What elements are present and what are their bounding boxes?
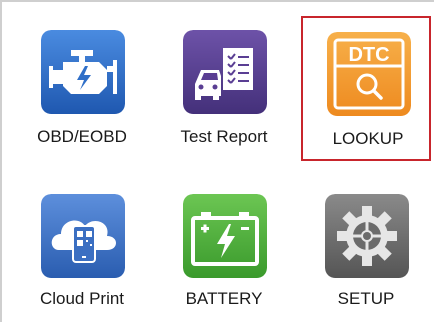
dtc-badge-text: DTC: [348, 44, 389, 66]
menu-tile-obd-eobd[interactable]: OBD/EOBD: [17, 18, 147, 163]
menu-tile-battery[interactable]: BATTERY: [159, 182, 289, 327]
engine-icon: [41, 30, 125, 114]
left-divider: [0, 0, 2, 322]
car-report-icon: [183, 30, 267, 114]
menu-tile-test-report[interactable]: Test Report: [159, 18, 289, 163]
menu-label-lookup: LOOKUP: [332, 129, 404, 148]
main-menu-screen: OBD/EOBD Test Report DTC LOOKUP Cloud Pr…: [0, 0, 434, 322]
menu-label-battery: BATTERY: [185, 289, 263, 308]
menu-label-cloud-print: Cloud Print: [39, 289, 125, 308]
cloud-print-icon: [41, 194, 125, 278]
gear-icon: [325, 194, 409, 278]
menu-tile-lookup[interactable]: DTC LOOKUP: [301, 16, 431, 161]
menu-label-obd-eobd: OBD/EOBD: [37, 127, 127, 146]
menu-label-test-report: Test Report: [180, 127, 268, 146]
menu-tile-cloud-print[interactable]: Cloud Print: [17, 182, 147, 327]
battery-icon: [183, 194, 267, 278]
top-divider: [0, 0, 434, 2]
menu-label-setup: SETUP: [337, 289, 395, 308]
dtc-search-icon: DTC: [327, 32, 411, 116]
menu-tile-setup[interactable]: SETUP: [301, 182, 431, 327]
